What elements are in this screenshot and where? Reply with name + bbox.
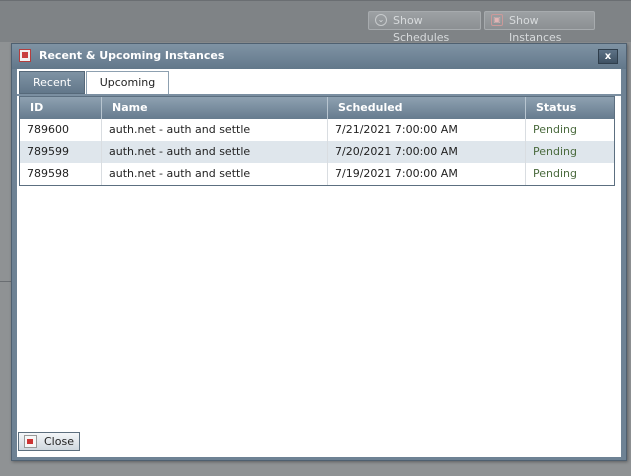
cell-id: 789600 <box>20 119 102 141</box>
show-instances-button[interactable]: ▣ Show Instances <box>484 11 595 44</box>
close-button[interactable]: Close <box>18 432 80 451</box>
cell-scheduled: 7/21/2021 7:00:00 AM <box>328 119 526 141</box>
tab-recent[interactable]: Recent <box>19 71 85 94</box>
table-row[interactable]: 789599 auth.net - auth and settle 7/20/2… <box>20 141 614 163</box>
cell-scheduled: 7/20/2021 7:00:00 AM <box>328 141 526 163</box>
chevron-down-circle-icon: ⌄ <box>375 14 387 26</box>
show-schedules-label: Show Schedules <box>393 14 450 44</box>
column-header-name[interactable]: Name <box>102 97 328 119</box>
toolbar-divider <box>0 0 631 1</box>
grid-header: ID Name Scheduled Status <box>20 97 614 119</box>
tab-upcoming[interactable]: Upcoming <box>86 71 169 95</box>
cell-id: 789598 <box>20 163 102 185</box>
cell-id: 789599 <box>20 141 102 163</box>
cell-status: Pending <box>533 123 577 136</box>
table-row[interactable]: 789600 auth.net - auth and settle 7/21/2… <box>20 119 614 141</box>
tab-strip: Recent Upcoming <box>17 69 621 95</box>
close-button-label: Close <box>44 435 74 448</box>
show-schedules-button[interactable]: ⌄ Show Schedules <box>368 11 481 44</box>
column-header-scheduled[interactable]: Scheduled <box>328 97 526 119</box>
instances-icon: ▣ <box>491 14 503 26</box>
dialog-close-icon[interactable]: x <box>598 49 618 64</box>
cell-name: auth.net - auth and settle <box>102 119 328 141</box>
cell-status: Pending <box>533 167 577 180</box>
exit-icon <box>24 435 37 448</box>
dialog-title: Recent & Upcoming Instances <box>39 49 225 62</box>
cell-status: Pending <box>533 145 577 158</box>
cell-name: auth.net - auth and settle <box>102 141 328 163</box>
cell-scheduled: 7/19/2021 7:00:00 AM <box>328 163 526 185</box>
dialog-body: Recent Upcoming ID Name Scheduled Status… <box>17 69 621 457</box>
show-instances-label: Show Instances <box>509 14 562 44</box>
dialog-app-icon <box>19 49 31 62</box>
column-header-id[interactable]: ID <box>20 97 102 119</box>
dialog-titlebar[interactable]: Recent & Upcoming Instances x <box>12 44 626 69</box>
instances-grid: ID Name Scheduled Status 789600 auth.net… <box>19 96 615 186</box>
cell-name: auth.net - auth and settle <box>102 163 328 185</box>
background-toolbar: ⌄ Show Schedules ▣ Show Instances <box>0 0 631 44</box>
table-row[interactable]: 789598 auth.net - auth and settle 7/19/2… <box>20 163 614 185</box>
column-header-status[interactable]: Status <box>526 97 614 119</box>
instances-dialog: Recent & Upcoming Instances x Recent Upc… <box>11 43 627 461</box>
